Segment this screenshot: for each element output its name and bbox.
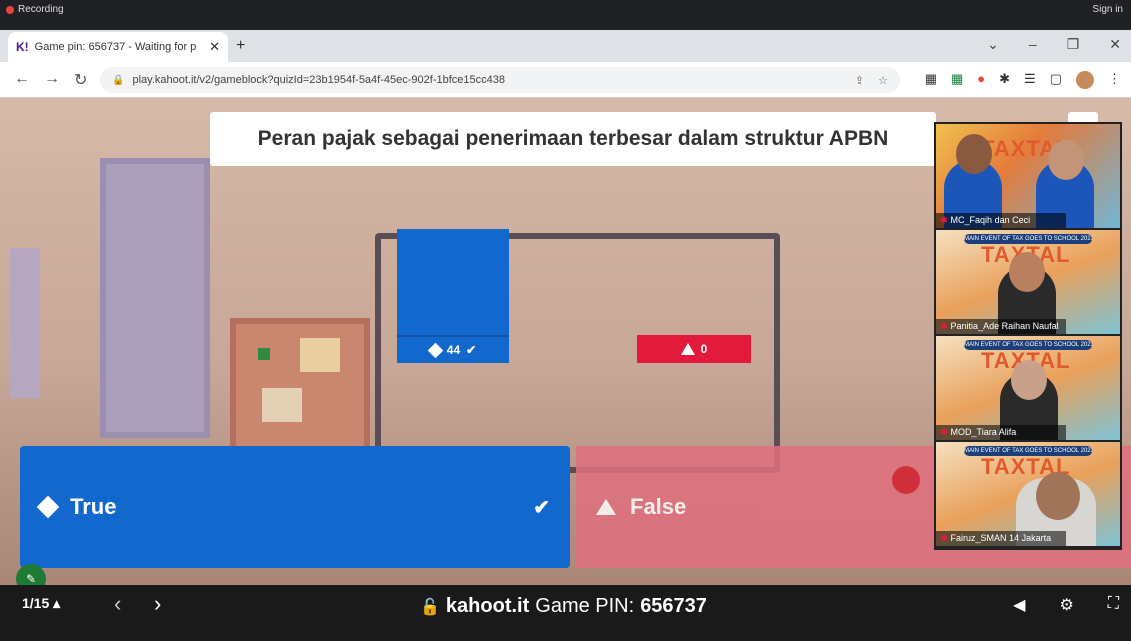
kahoot-favicon-icon: K! [16,40,29,54]
participant-tile[interactable]: TAXTAL ✱ MC_Faqih dan Ceci [936,124,1120,228]
tab-title: Game pin: 656737 - Waiting for p [34,41,197,53]
url-text: play.kahoot.it/v2/gameblock?quizId=23b19… [132,74,505,86]
new-tab-icon[interactable]: + [236,37,245,55]
check-icon: ✔ [533,496,550,519]
mic-muted-icon: ✱ [940,427,948,437]
video-panel: TAXTAL ✱ MC_Faqih dan Ceci MAIN EVENT OF … [934,122,1122,550]
unlock-icon: 🔓 [420,598,440,616]
close-window-icon[interactable]: ✕ [1109,36,1121,53]
pin-label: Game PIN: [535,595,635,617]
participant-face [1048,140,1084,180]
share-icon[interactable]: ⇪ [855,74,864,87]
color-extension-icon[interactable]: ● [977,71,985,89]
participant-tile[interactable]: MAIN EVENT OF TAX GOES TO SCHOOL 2023 TA… [936,230,1120,334]
participant-tile[interactable]: MAIN EVENT OF TAX GOES TO SCHOOL 2023 TA… [936,442,1120,546]
true-result-label: 44 ✔ [397,335,509,363]
chevron-down-icon[interactable]: ⌄ [987,36,999,53]
participant-name: ✱ MC_Faqih dan Ceci [936,213,1066,228]
kahoot-stage: Peran pajak sebagai penerimaan terbesar … [0,98,1131,585]
false-count: 0 [700,342,708,356]
triangle-icon [680,343,695,355]
bg-paper-2 [262,388,302,422]
false-result-label: 0 [637,335,751,363]
pin-value: 656737 [640,595,707,617]
restore-icon[interactable]: ❐ [1067,36,1080,53]
settings-icon[interactable]: ⚙ [1059,595,1073,615]
kahoot-footer: 1/15 ▴ ‹ › 🔓 kahoot.it Game PIN: 656737 … [0,585,1131,641]
answer-false-label: False [630,494,687,519]
profile-avatar[interactable] [1076,71,1094,89]
reading-list-icon[interactable]: ☰ [1024,71,1036,89]
window-controls: ⌄ – ❐ ✕ [987,36,1121,53]
mic-icon: ✱ [940,215,948,225]
answer-true-label: True [70,494,117,519]
volume-icon[interactable]: ◀ [1013,595,1025,615]
grid-extension-icon[interactable]: ▦ [925,71,937,89]
browser-tab[interactable]: K! Game pin: 656737 - Waiting for p ✕ [8,32,228,62]
game-pin: 🔓 kahoot.it Game PIN: 656737 [420,595,707,618]
fullscreen-icon[interactable]: ⛶ [1108,595,1119,615]
puzzle-icon[interactable]: ✱ [999,71,1010,89]
diamond-icon [427,342,444,358]
bookmark-star-icon[interactable]: ☆ [878,74,888,87]
question-counter[interactable]: 1/15 ▴ [22,595,60,612]
lock-icon: 🔒 [112,74,125,86]
extensions-bar: ▦ ▦ ● ✱ ☰ ▢ ⋮ [925,71,1121,89]
tab-bar: K! Game pin: 656737 - Waiting for p ✕ + [0,30,1131,62]
true-result-bar [397,229,509,335]
sheet-extension-icon[interactable]: ▦ [951,71,963,89]
sign-in-link[interactable]: Sign in [1092,4,1123,15]
apple-decoration [892,466,920,494]
participant-name: ✱ Fairuz_SMAN 14 Jakarta [936,531,1066,546]
participant-face [956,134,992,174]
reload-icon[interactable]: ↻ [74,70,87,90]
bg-paper [300,338,340,372]
close-tab-icon[interactable]: ✕ [209,39,220,55]
participant-name: ✱ Panitia_Ade Raihan Naufal [936,319,1066,334]
participant-face [1011,360,1047,400]
minimize-icon[interactable]: – [1029,36,1037,53]
previous-icon[interactable]: ‹ [114,591,121,617]
true-count: 44 [446,343,461,357]
triangle-icon [596,499,616,515]
back-icon[interactable]: ← [14,70,30,88]
menu-dots-icon[interactable]: ⋮ [1108,71,1121,89]
kahoot-domain: kahoot.it [445,595,530,617]
url-field[interactable]: 🔒 play.kahoot.it/v2/gameblock?quizId=23b… [100,67,900,93]
participant-tile[interactable]: MAIN EVENT OF TAX GOES TO SCHOOL 2023 TA… [936,336,1120,440]
recording-label: Recording [18,4,64,15]
participant-face [1009,252,1045,292]
question-title: Peran pajak sebagai penerimaan terbesar … [210,112,936,166]
check-icon: ✔ [466,343,477,357]
participant-face [1036,472,1080,520]
footer-controls: ◀ ⚙ ⛶ [1013,595,1119,615]
recording-indicator: Recording [6,4,64,15]
answer-true[interactable]: True ✔ [20,446,570,568]
mic-muted-icon: ✱ [940,533,948,543]
diamond-icon [36,495,60,519]
forward-icon[interactable]: → [44,70,60,88]
record-dot-icon [6,5,14,14]
bg-window-left [10,248,40,398]
bg-note [258,348,270,360]
side-panel-icon[interactable]: ▢ [1050,71,1062,89]
next-icon[interactable]: › [154,591,161,617]
bg-window [100,158,210,438]
mic-muted-icon: ✱ [940,321,948,331]
participant-name: ✱ MOD_Tiara Alifa [936,425,1066,440]
address-bar-row: ← → ↻ 🔒 play.kahoot.it/v2/gameblock?quiz… [0,62,1131,98]
